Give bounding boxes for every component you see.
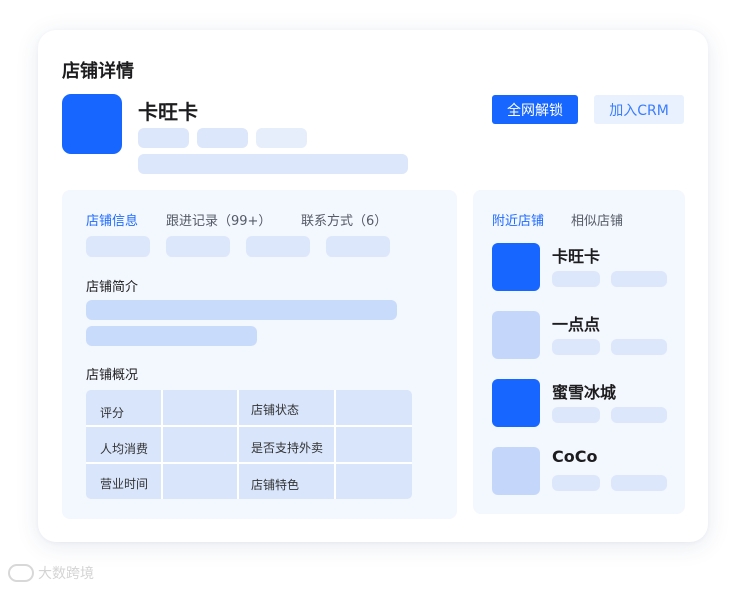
nearby-store-name: 卡旺卡: [552, 247, 601, 266]
nearby-store-logo: [492, 447, 540, 495]
page-title: 店铺详情: [62, 61, 134, 82]
nearby-store-name: CoCo: [552, 447, 598, 466]
info-chip-placeholder: [246, 236, 310, 257]
tab-nearby-stores[interactable]: 附近店铺: [492, 210, 544, 229]
info-chip-placeholder: [166, 236, 230, 257]
store-address-placeholder: [138, 154, 408, 174]
overview-label-avg-spend: 人均消费: [100, 442, 149, 456]
overview-section-title: 店铺概况: [86, 368, 139, 383]
watermark: 大数跨境: [8, 563, 94, 583]
nearby-store-name: 蜜雪冰城: [552, 383, 617, 402]
info-chip-placeholder: [326, 236, 390, 257]
overview-label-business-hours: 营业时间: [100, 477, 149, 491]
store-tag-placeholder: [256, 128, 307, 148]
nearby-store-meta-placeholder: [552, 407, 600, 423]
nearby-store-item[interactable]: CoCo: [492, 447, 672, 497]
store-name: 卡旺卡: [138, 100, 198, 124]
info-chip-placeholder: [86, 236, 150, 257]
nearby-store-meta-placeholder: [611, 339, 667, 355]
nearby-store-logo: [492, 379, 540, 427]
nearby-store-meta-placeholder: [552, 271, 600, 287]
nearby-store-logo: [492, 311, 540, 359]
nearby-store-meta-placeholder: [552, 475, 600, 491]
watermark-text: 大数跨境: [38, 566, 94, 582]
nearby-store-meta-placeholder: [552, 339, 600, 355]
store-tag-placeholder: [197, 128, 248, 148]
overview-label-rating: 评分: [100, 406, 125, 420]
overview-label-delivery-support: 是否支持外卖: [251, 441, 324, 455]
tab-similar-stores[interactable]: 相似店铺: [571, 210, 623, 229]
unlock-all-button[interactable]: 全网解锁: [492, 95, 578, 124]
nearby-store-item[interactable]: 卡旺卡: [492, 243, 672, 293]
overview-label-store-status: 店铺状态: [251, 403, 300, 417]
watermark-logo-icon: [8, 564, 34, 582]
intro-section-title: 店铺简介: [86, 280, 139, 295]
nearby-store-item[interactable]: 蜜雪冰城: [492, 379, 672, 429]
nearby-store-item[interactable]: 一点点: [492, 311, 672, 361]
nearby-store-meta-placeholder: [611, 407, 667, 423]
tab-store-info[interactable]: 店铺信息: [86, 210, 138, 229]
add-crm-button[interactable]: 加入CRM: [594, 95, 684, 124]
store-info-panel: 店铺信息 跟进记录（99+） 联系方式（6） 店铺简介 店铺概况 评分 店铺状态…: [62, 190, 457, 519]
store-logo: [62, 94, 122, 154]
intro-text-placeholder: [86, 300, 397, 320]
nearby-store-meta-placeholder: [611, 271, 667, 287]
store-tag-placeholder: [138, 128, 189, 148]
store-detail-card: 店铺详情 卡旺卡 全网解锁 加入CRM 店铺信息 跟进记录（99+） 联系方式（…: [38, 30, 708, 542]
related-stores-panel: 附近店铺 相似店铺 卡旺卡 一点点 蜜雪冰城 CoCo: [473, 190, 685, 514]
intro-text-placeholder: [86, 326, 257, 346]
nearby-store-meta-placeholder: [611, 475, 667, 491]
overview-label-store-features: 店铺特色: [251, 478, 300, 492]
tab-follow-up-records[interactable]: 跟进记录（99+）: [166, 210, 271, 229]
nearby-store-logo: [492, 243, 540, 291]
overview-table: 评分 店铺状态 人均消费 是否支持外卖 营业时间 店铺特色: [86, 390, 412, 499]
nearby-store-name: 一点点: [552, 315, 601, 334]
tab-contact-info[interactable]: 联系方式（6）: [301, 210, 387, 229]
